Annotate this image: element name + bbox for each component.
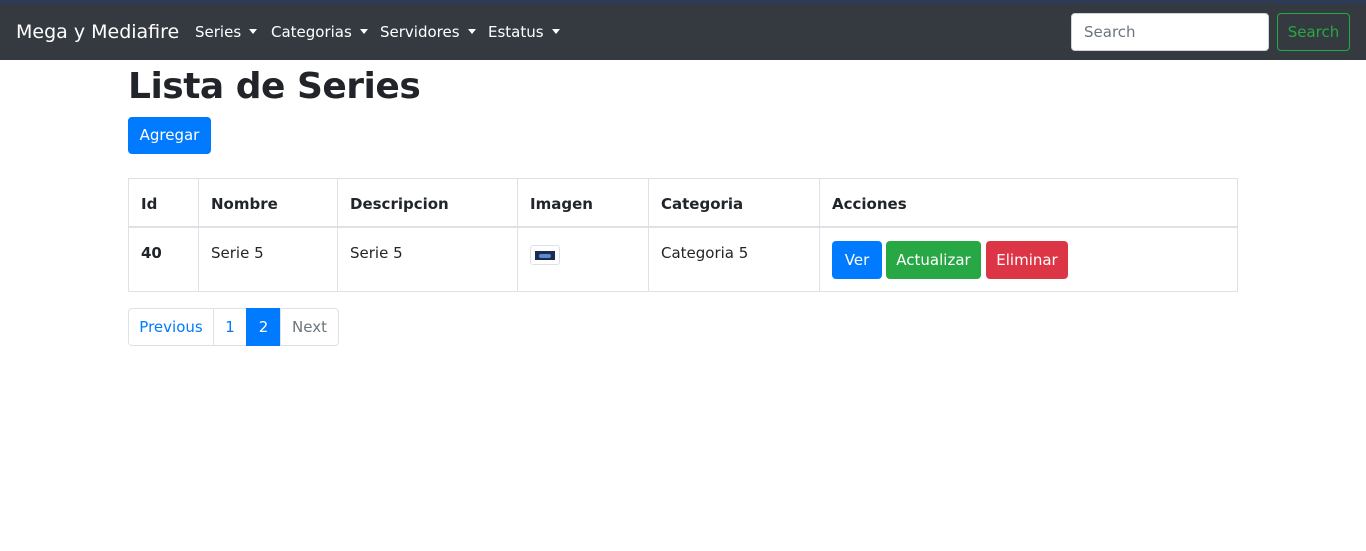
add-button[interactable]: Agregar: [128, 117, 211, 154]
caret-down-icon: [551, 29, 560, 34]
search-button[interactable]: Search: [1277, 13, 1350, 51]
column-header-descripcion: Descripcion: [350, 195, 449, 213]
nav-dropdown-series[interactable]: Series: [195, 23, 258, 41]
navbar-brand[interactable]: Mega y Mediafire: [16, 21, 179, 43]
page-title: Lista de Series: [128, 66, 421, 107]
column-header-imagen: Imagen: [530, 195, 593, 213]
pagination-page-2[interactable]: 2: [246, 308, 281, 346]
column-header-acciones: Acciones: [832, 195, 907, 213]
nav-dropdown-label: Servidores: [380, 23, 460, 41]
column-header-categoria: Categoria: [661, 195, 744, 213]
caret-down-icon: [249, 29, 258, 34]
column-header-nombre: Nombre: [211, 195, 278, 213]
delete-button[interactable]: Eliminar: [986, 241, 1068, 279]
pagination-page-1[interactable]: 1: [213, 308, 247, 346]
nav-dropdown-categorias[interactable]: Categorias: [271, 23, 368, 41]
nav-dropdown-label: Estatus: [488, 23, 544, 41]
cell-nombre: Serie 5: [211, 244, 264, 262]
navbar: Mega y Mediafire Series Categorias Servi…: [0, 4, 1366, 60]
series-thumbnail-image: [530, 245, 560, 265]
update-button[interactable]: Actualizar: [886, 241, 981, 279]
nav-dropdown-estatus[interactable]: Estatus: [488, 23, 560, 41]
pagination-previous[interactable]: Previous: [128, 308, 214, 346]
column-header-id: Id: [141, 195, 158, 213]
pagination-next[interactable]: Next: [280, 308, 339, 346]
cell-id: 40: [141, 244, 162, 262]
caret-down-icon: [467, 29, 476, 34]
cell-descripcion: Serie 5: [350, 244, 403, 262]
nav-dropdown-servidores[interactable]: Servidores: [380, 23, 476, 41]
nav-dropdown-label: Series: [195, 23, 242, 41]
table-row: 40 Serie 5 Serie 5 Categoria 5: [129, 228, 1237, 291]
series-table: Id Nombre Descripcion Imagen Categoria A…: [128, 178, 1238, 292]
cell-categoria: Categoria 5: [661, 244, 749, 262]
table-header-row: Id Nombre Descripcion Imagen Categoria A…: [129, 179, 1237, 228]
image-icon: [535, 251, 555, 260]
caret-down-icon: [359, 29, 368, 34]
nav-dropdown-label: Categorias: [271, 23, 352, 41]
view-button[interactable]: Ver: [832, 241, 882, 279]
search-input[interactable]: [1071, 13, 1269, 51]
